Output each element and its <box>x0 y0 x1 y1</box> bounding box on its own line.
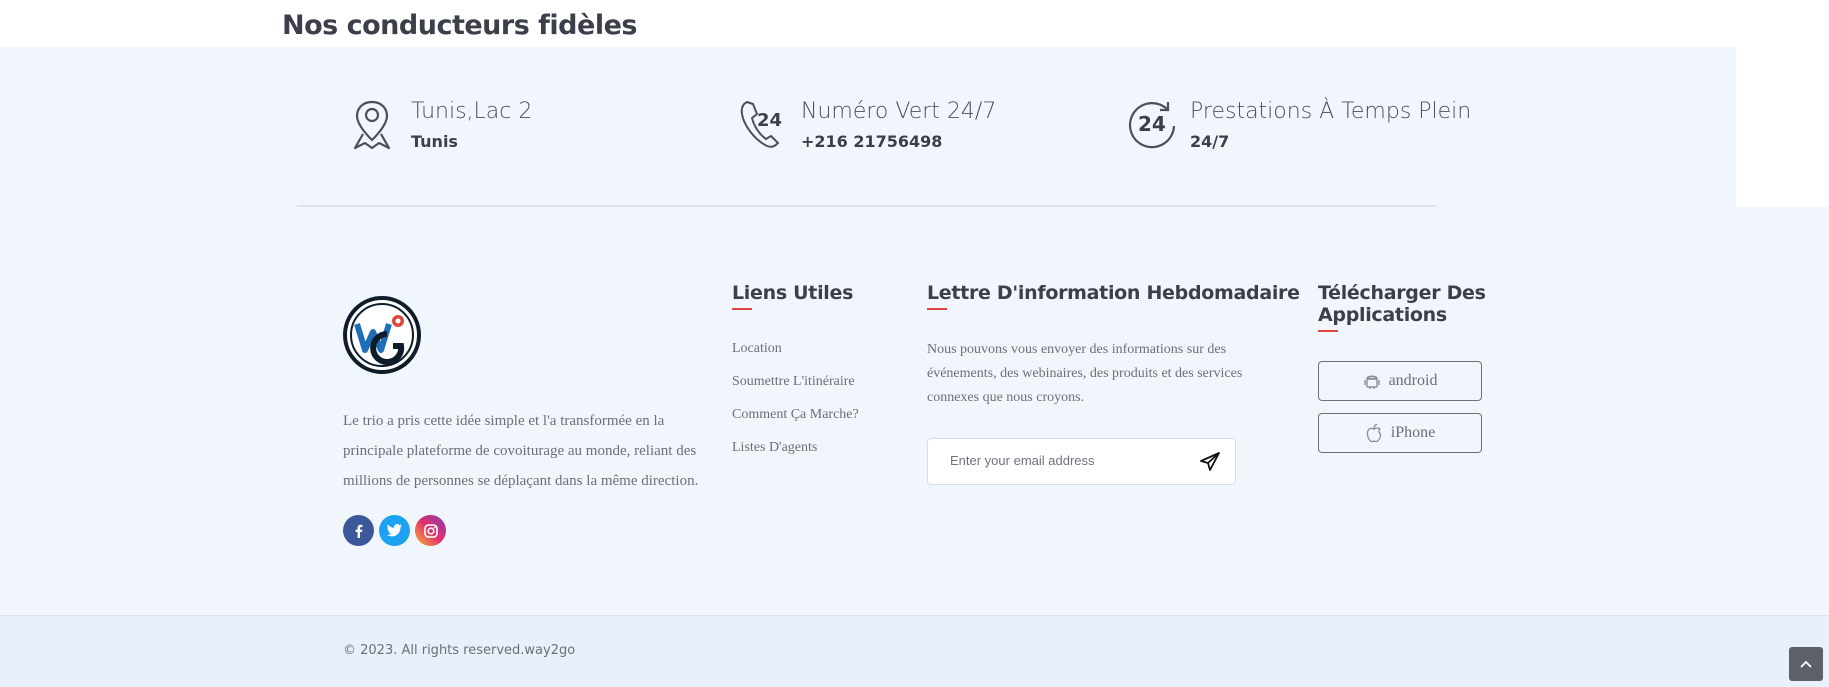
title-underline <box>732 308 752 310</box>
twitter-icon[interactable] <box>379 515 410 546</box>
link-submit-itinerary[interactable]: Soumettre L'itinéraire <box>732 374 855 390</box>
bottom-bar <box>0 615 1829 687</box>
android-download-button[interactable]: android <box>1318 361 1482 401</box>
contact-sub: 24/7 <box>1190 132 1230 151</box>
link-location[interactable]: Location <box>732 341 782 357</box>
links-title: Liens Utiles <box>732 282 854 304</box>
chevron-up-icon <box>1800 660 1812 668</box>
links-column-header: Liens Utiles <box>732 282 853 310</box>
scroll-to-top-button[interactable] <box>1789 647 1823 681</box>
way2go-logo[interactable] <box>343 296 421 374</box>
instagram-icon[interactable] <box>415 515 446 546</box>
facebook-icon[interactable] <box>343 515 374 546</box>
phone-24-icon: 24 <box>740 101 782 148</box>
android-icon <box>1363 375 1380 389</box>
apps-title: Télécharger Des Applications <box>1318 282 1486 326</box>
copyright-text: © 2023. All rights reserved.way2go <box>343 643 576 658</box>
about-text: Le trio a pris cette idée simple et l'a … <box>343 413 699 489</box>
svg-text:24: 24 <box>1138 112 1166 136</box>
email-input[interactable] <box>948 452 1192 469</box>
newsletter-column-header: Lettre D'information Hebdomadaire <box>927 282 1300 310</box>
contact-title: Prestations À Temps Plein <box>1190 99 1472 124</box>
send-icon[interactable] <box>1199 451 1221 473</box>
divider <box>297 205 1437 207</box>
newsletter-title: Lettre D'information Hebdomadaire <box>927 282 1300 304</box>
contact-item-phone: 24 Numéro Vert 24/7 +216 21756498 <box>737 96 996 152</box>
contact-sub: +216 21756498 <box>801 132 943 151</box>
apple-icon <box>1366 423 1381 443</box>
clock-24-icon: 24 <box>1128 102 1176 149</box>
map-pin-icon <box>353 100 391 150</box>
newsletter-form <box>927 438 1236 485</box>
link-agents-list[interactable]: Listes D'agents <box>732 440 817 456</box>
newsletter-text: Nous pouvons vous envoyer des informatio… <box>927 342 1243 405</box>
contact-title: Numéro Vert 24/7 <box>801 99 997 124</box>
contact-item-service: 24 Prestations À Temps Plein 24/7 <box>1126 96 1471 152</box>
iphone-label: iPhone <box>1390 424 1436 441</box>
contact-item-address: Tunis,Lac 2 Tunis <box>347 96 532 152</box>
title-underline <box>927 308 947 310</box>
contact-title: Tunis,Lac 2 <box>411 99 533 124</box>
title-underline <box>1318 330 1338 332</box>
svg-text:24: 24 <box>757 110 782 131</box>
iphone-download-button[interactable]: iPhone <box>1318 413 1482 453</box>
footer-background <box>0 207 1829 615</box>
link-how-it-works[interactable]: Comment Ça Marche? <box>732 407 859 423</box>
android-label: android <box>1388 372 1438 389</box>
contact-sub: Tunis <box>411 132 458 151</box>
section-title: Nos conducteurs fidèles <box>282 10 637 41</box>
apps-column-header: Télécharger Des Applications <box>1318 282 1498 332</box>
